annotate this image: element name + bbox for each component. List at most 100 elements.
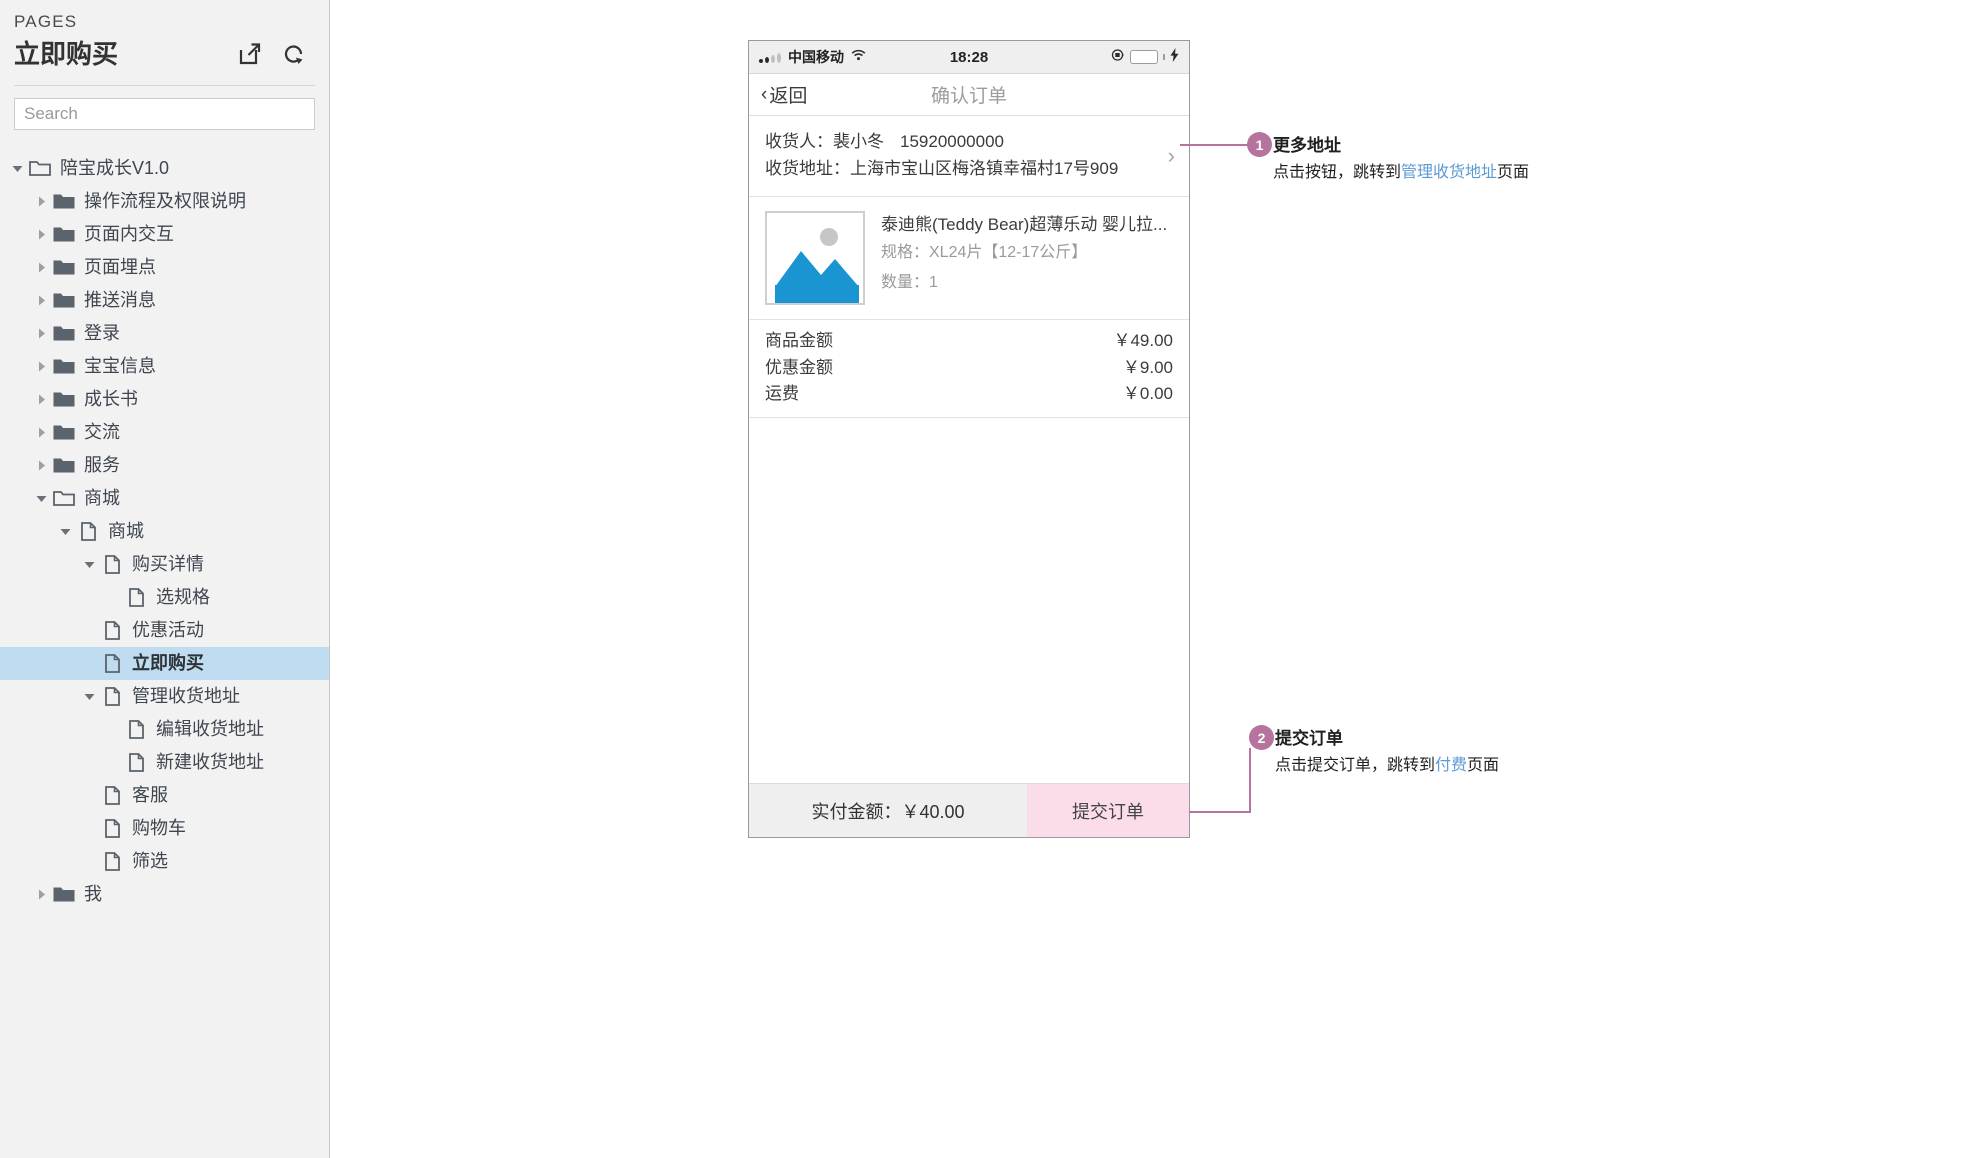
tree-item-15[interactable]: 立即购买: [0, 646, 329, 680]
tree-item-label: 商城: [84, 488, 120, 508]
tree-item-7[interactable]: 成长书: [0, 383, 329, 416]
address-label: 收货地址：: [765, 159, 850, 179]
tree-item-0[interactable]: 陪宝成长V1.0: [0, 152, 329, 185]
chevron-right-icon[interactable]: [30, 327, 52, 340]
page-icon: [124, 752, 148, 772]
annotation-1-link[interactable]: 管理收货地址: [1401, 164, 1497, 181]
tree-item-label: 新建收货地址: [156, 752, 264, 772]
tree-item-14[interactable]: 优惠活动: [0, 614, 329, 647]
product-info: 泰迪熊(Teddy Bear)超薄乐动 婴儿拉... 规格：XL24片【12-1…: [881, 211, 1173, 305]
tree-item-3[interactable]: 页面埋点: [0, 251, 329, 284]
status-right: [1111, 47, 1179, 67]
submit-order-button[interactable]: 提交订单: [1027, 784, 1189, 837]
tree-item-22[interactable]: 我: [0, 878, 329, 911]
price-row-value: ￥9.00: [1122, 357, 1173, 377]
recipient-name: 裴小冬: [833, 132, 884, 151]
tree-item-4[interactable]: 推送消息: [0, 284, 329, 317]
annotation-2-body: 点击提交订单，跳转到付费页面: [1275, 754, 1595, 778]
price-summary: 商品金额 ￥49.00 优惠金额 ￥9.00 运费 ￥0.00: [749, 320, 1189, 419]
chevron-right-icon[interactable]: [30, 360, 52, 373]
tree-item-17[interactable]: 编辑收货地址: [0, 713, 329, 746]
search-input[interactable]: [14, 97, 315, 130]
price-row-label: 商品金额: [765, 331, 833, 351]
folder-open-icon: [28, 159, 52, 177]
tree-item-2[interactable]: 页面内交互: [0, 218, 329, 251]
chevron-down-icon[interactable]: [78, 558, 100, 571]
tree-item-label: 立即购买: [132, 653, 204, 673]
chevron-right-icon[interactable]: [30, 195, 52, 208]
annotation-2-title: 提交订单: [1275, 729, 1343, 748]
chevron-right-icon[interactable]: [30, 228, 52, 241]
chevron-down-icon[interactable]: [6, 162, 28, 175]
chevron-right-icon[interactable]: [30, 393, 52, 406]
status-bar: 中国移动 18:28: [749, 41, 1189, 74]
tree-item-label: 登录: [84, 323, 120, 343]
chevron-right-icon[interactable]: ›: [1168, 143, 1175, 169]
tree-item-label: 页面内交互: [84, 224, 174, 244]
tree-item-6[interactable]: 宝宝信息: [0, 350, 329, 383]
tree-item-label: 交流: [84, 422, 120, 442]
annotation-2-body-before: 点击提交订单，跳转到: [1275, 756, 1436, 774]
tree-item-20[interactable]: 购物车: [0, 812, 329, 845]
annotation-1-body-after: 页面: [1497, 163, 1530, 181]
annotation-2-leader-horizontal: [1189, 811, 1251, 813]
battery-icon: [1130, 50, 1158, 64]
folder-icon: [52, 423, 76, 441]
page-icon: [100, 686, 124, 706]
refresh-icon[interactable]: [281, 41, 307, 67]
tree-item-10[interactable]: 商城: [0, 482, 329, 515]
address-section[interactable]: 收货人：裴小冬 15920000000 收货地址：上海市宝山区梅洛镇幸福村17号9…: [749, 116, 1189, 198]
nav-title: 确认订单: [930, 86, 1007, 107]
annotation-2-link[interactable]: 付费: [1435, 757, 1467, 774]
folder-open-icon: [52, 489, 76, 507]
page-icon: [100, 851, 124, 871]
annotation-1-body: 点击按钮，跳转到管理收货地址页面: [1273, 161, 1593, 185]
tree-item-1[interactable]: 操作流程及权限说明: [0, 185, 329, 218]
share-icon[interactable]: [237, 41, 263, 67]
chevron-down-icon[interactable]: [78, 690, 100, 703]
chevron-down-icon[interactable]: [30, 492, 52, 505]
tree-item-label: 管理收货地址: [132, 686, 240, 706]
price-row-label: 运费: [765, 384, 799, 404]
tree-item-12[interactable]: 购买详情: [0, 548, 329, 581]
recipient-line: 收货人：裴小冬 15920000000: [765, 128, 1173, 155]
page-icon: [100, 818, 124, 838]
product-quantity: 数量：1: [881, 273, 938, 291]
price-row-label: 优惠金额: [765, 357, 833, 377]
tree-item-13[interactable]: 选规格: [0, 581, 329, 614]
tree-item-5[interactable]: 登录: [0, 317, 329, 350]
chevron-right-icon[interactable]: [30, 888, 52, 901]
annotation-2-badge: 2: [1249, 725, 1274, 750]
tree-item-11[interactable]: 商城: [0, 515, 329, 548]
image-placeholder-icon: [765, 211, 865, 306]
tree-item-label: 购买详情: [132, 554, 204, 574]
folder-icon: [52, 885, 76, 903]
tree-item-16[interactable]: 管理收货地址: [0, 680, 329, 713]
price-row: 商品金额 ￥49.00: [765, 328, 1173, 354]
tree-item-label: 购物车: [132, 818, 186, 838]
annotation-1-title: 更多地址: [1273, 136, 1341, 155]
chevron-down-icon[interactable]: [54, 525, 76, 538]
chevron-right-icon[interactable]: [30, 261, 52, 274]
annotation-2-number: 2: [1257, 729, 1266, 746]
folder-icon: [52, 192, 76, 210]
price-row: 优惠金额 ￥9.00: [765, 355, 1173, 381]
address-line: 收货地址：上海市宝山区梅洛镇幸福村17号909: [765, 155, 1173, 182]
tree-item-18[interactable]: 新建收货地址: [0, 746, 329, 779]
chevron-right-icon[interactable]: [30, 294, 52, 307]
page-icon: [124, 719, 148, 739]
product-row[interactable]: 泰迪熊(Teddy Bear)超薄乐动 婴儿拉... 规格：XL24片【12-1…: [749, 197, 1189, 321]
annotation-1-badge: 1: [1247, 132, 1272, 157]
chevron-right-icon[interactable]: [30, 459, 52, 472]
recipient-label: 收货人：: [765, 132, 833, 151]
chevron-right-icon[interactable]: [30, 426, 52, 439]
tree-item-9[interactable]: 服务: [0, 449, 329, 482]
price-row-value: ￥49.00: [1113, 331, 1173, 351]
tree-item-label: 成长书: [84, 389, 138, 409]
tree-item-21[interactable]: 筛选: [0, 845, 329, 878]
tree-item-19[interactable]: 客服: [0, 779, 329, 812]
pages-sidebar: PAGES 立即购买 Search 陪宝成长V1.0 操作流程及权限说明 页面内…: [0, 0, 330, 1158]
address-value: 上海市宝山区梅洛镇幸福村17号909: [850, 159, 1119, 179]
page-icon: [124, 587, 148, 607]
tree-item-8[interactable]: 交流: [0, 416, 329, 449]
